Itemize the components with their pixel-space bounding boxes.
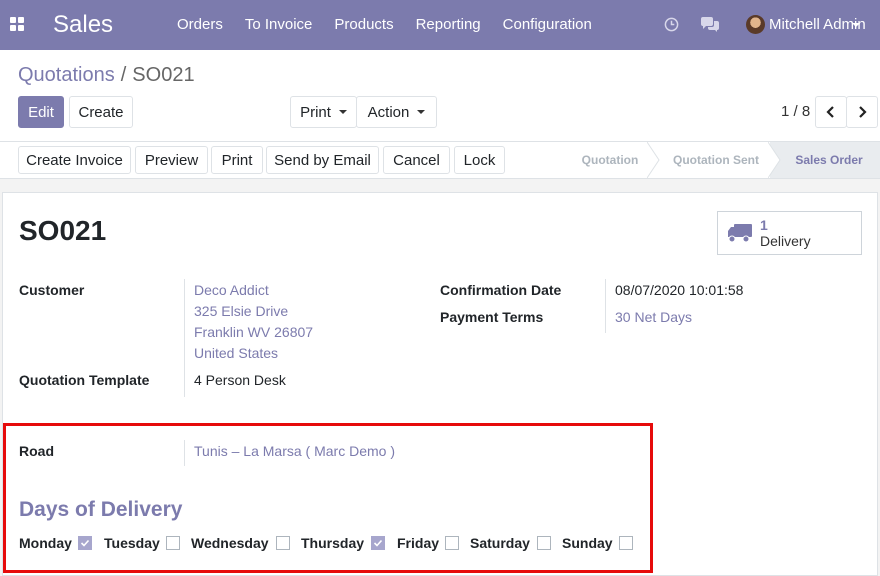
avatar[interactable] (746, 15, 765, 34)
caret-down-icon (417, 110, 426, 114)
day-label-tuesday: Tuesday (104, 535, 160, 551)
statusbar: Create Invoice Preview Print Send by Ema… (0, 141, 880, 179)
delivery-label: Delivery (760, 233, 811, 249)
chevron-down-icon[interactable] (852, 23, 860, 27)
pager-next-button[interactable] (846, 96, 878, 128)
lock-button[interactable]: Lock (454, 146, 505, 174)
chevron-right-icon (859, 106, 867, 118)
field-divider (184, 440, 185, 466)
stage-separator (768, 142, 781, 178)
customer-address-line: 325 Elsie Drive (194, 303, 289, 319)
checkbox-wednesday[interactable] (276, 536, 290, 550)
checkbox-monday[interactable] (78, 536, 92, 550)
field-divider (184, 279, 185, 397)
day-label-friday: Friday (397, 535, 440, 551)
checkbox-saturday[interactable] (537, 536, 551, 550)
quotation-template-label: Quotation Template (19, 372, 150, 388)
breadcrumb-separator: / (120, 64, 127, 86)
payment-terms-link[interactable]: 30 Net Days (615, 309, 692, 325)
checkmark-icon (373, 539, 383, 547)
clock-icon[interactable] (664, 17, 679, 32)
chevron-left-icon (826, 106, 834, 118)
pager-previous-button[interactable] (815, 96, 847, 128)
road-label: Road (19, 443, 54, 459)
menu-item-to-invoice[interactable]: To Invoice (234, 0, 324, 50)
create-invoice-button[interactable]: Create Invoice (18, 146, 131, 174)
stage-quotation-sent[interactable]: Quotation Sent (660, 142, 772, 178)
action-dropdown-label: Action (367, 103, 410, 121)
checkbox-thursday[interactable] (371, 536, 385, 550)
stage-sales-order[interactable]: Sales Order (770, 142, 880, 178)
print-dropdown[interactable]: Print (290, 96, 357, 128)
customer-label: Customer (19, 282, 85, 298)
top-navbar: Sales Orders To Invoice Products Reporti… (0, 0, 880, 50)
day-label-wednesday: Wednesday (191, 535, 269, 551)
customer-address-line: United States (194, 345, 279, 361)
delivery-smart-button[interactable]: 1 Delivery (717, 211, 862, 255)
breadcrumb: Quotations / SO021 (18, 64, 195, 87)
create-button[interactable]: Create (69, 96, 133, 128)
road-link[interactable]: Tunis – La Marsa ( Marc Demo ) (194, 443, 395, 459)
print-dropdown-label: Print (300, 103, 331, 121)
day-label-monday: Monday (19, 535, 72, 551)
record-title: SO021 (19, 215, 107, 246)
main-menu: Orders To Invoice Products Reporting Con… (166, 0, 603, 50)
menu-item-configuration[interactable]: Configuration (492, 0, 603, 50)
edit-button[interactable]: Edit (18, 96, 64, 128)
print-button[interactable]: Print (211, 146, 263, 174)
days-of-delivery-title: Days of Delivery (19, 498, 183, 521)
customer-link[interactable]: Deco Addict (194, 282, 269, 298)
pager-value[interactable]: 1 / 8 (781, 103, 810, 120)
app-title[interactable]: Sales (53, 11, 113, 39)
stage-quotation[interactable]: Quotation (566, 142, 654, 178)
customer-address-line: Franklin WV 26807 (194, 324, 314, 340)
day-label-saturday: Saturday (470, 535, 530, 551)
breadcrumb-quotations-link[interactable]: Quotations (18, 64, 115, 87)
checkmark-icon (80, 539, 90, 547)
quotation-template-value: 4 Person Desk (194, 372, 286, 388)
field-divider (605, 279, 606, 333)
menu-item-products[interactable]: Products (323, 0, 404, 50)
checkbox-sunday[interactable] (619, 536, 633, 550)
checkbox-friday[interactable] (445, 536, 459, 550)
checkbox-tuesday[interactable] (166, 536, 180, 550)
menu-item-orders[interactable]: Orders (166, 0, 234, 50)
send-by-email-button[interactable]: Send by Email (266, 146, 379, 174)
day-label-sunday: Sunday (562, 535, 613, 551)
chat-icon[interactable] (700, 17, 720, 33)
confirmation-date-value: 08/07/2020 10:01:58 (615, 282, 744, 298)
delivery-count: 1 (760, 217, 768, 233)
stage-separator (647, 142, 660, 178)
payment-terms-label: Payment Terms (440, 309, 544, 325)
apps-icon[interactable] (10, 17, 24, 31)
caret-down-icon (338, 110, 347, 114)
breadcrumb-current: SO021 (132, 64, 195, 86)
truck-icon (728, 224, 752, 243)
preview-button[interactable]: Preview (135, 146, 208, 174)
day-label-thursday: Thursday (301, 535, 365, 551)
cancel-button[interactable]: Cancel (383, 146, 450, 174)
action-dropdown[interactable]: Action (356, 96, 437, 128)
menu-item-reporting[interactable]: Reporting (405, 0, 492, 50)
confirmation-date-label: Confirmation Date (440, 282, 562, 298)
